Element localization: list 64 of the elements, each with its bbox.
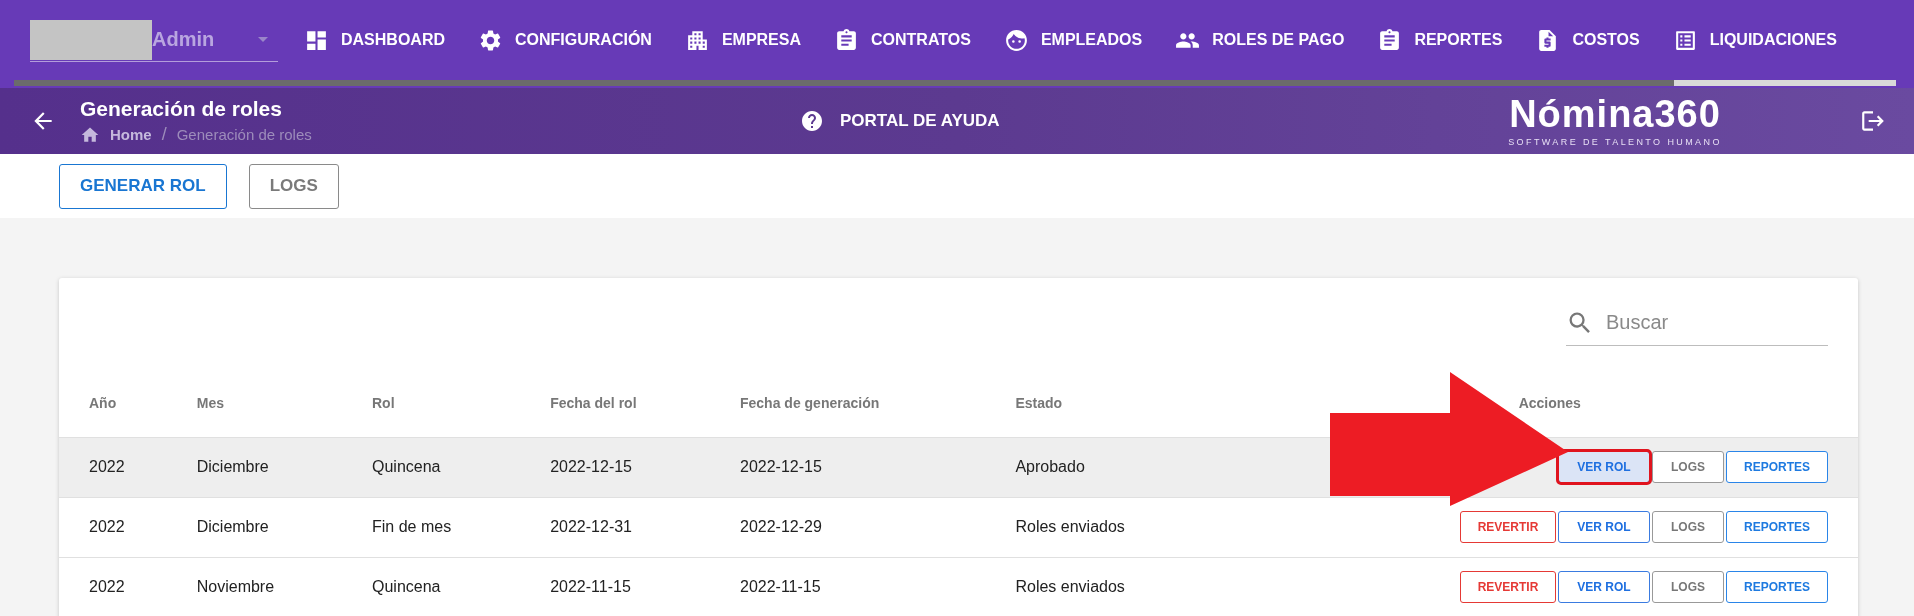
revert-button[interactable]: REVERTIR [1460,511,1556,543]
caret-icon [258,37,268,42]
logout-button[interactable] [1860,108,1886,134]
page-title: Generación de roles [80,97,283,121]
column-header: Estado [985,370,1213,437]
user-select[interactable]: Admin [30,18,278,62]
generate-button[interactable]: GENERAR ROL [59,163,227,209]
view-button[interactable]: VER ROL [1558,451,1650,483]
table-cell: Aprobado [985,437,1213,497]
clipboard-icon [834,27,859,53]
nav-item[interactable]: ROLES DE PAGO [1175,27,1345,53]
view-button[interactable]: VER ROL [1558,511,1650,543]
table-cell: 2022-12-29 [710,497,986,557]
logs-button[interactable]: LOGS [1652,511,1724,543]
table-cell: 2022 [59,437,167,497]
table-cell: 2022 [59,497,167,557]
table-cell: Roles enviados [985,557,1213,616]
scroll-thumb[interactable] [1674,80,1896,86]
table-cell: 2022-12-15 [520,437,710,497]
nav-item[interactable]: CONFIGURACIÓN [478,27,652,53]
table-cell: 2022-12-15 [710,437,986,497]
view-button[interactable]: VER ROL [1558,571,1650,603]
help-icon [800,109,824,133]
help-link[interactable]: PORTAL DE AYUDA [800,109,1500,133]
table-cell: Quincena [342,557,521,616]
face-icon [1003,27,1029,53]
search-field[interactable]: Buscar [1604,310,1804,335]
column-header: Rol [342,370,521,437]
table-row[interactable]: 2022 Noviembre Quincena 2022-11-15 2022-11-15 Roles enviados REVERTIR VER ROL LOGS REPORTES [59,557,1858,616]
table-cell: Quincena [342,437,521,497]
nav-item[interactable]: LIQUIDACIONES [1672,27,1837,53]
logs-button[interactable]: LOGS [1652,451,1724,483]
breadcrumb-current: Generación de roles [176,126,312,143]
column-header: Año [59,370,167,437]
logo-name: Nómina360 [1509,95,1721,133]
reports-button[interactable]: REPORTES [1726,511,1828,543]
table-cell: Diciembre [166,497,342,557]
breadcrumb-separator: / [161,124,167,145]
nav-item[interactable]: COSTOS [1535,27,1640,53]
table-row[interactable]: 2022 Diciembre Fin de mes 2022-12-31 2022-12-29 Roles enviados REVERTIR VER ROL LOGS REPORTES [59,497,1858,557]
table-cell: Noviembre [166,557,342,616]
table-cell: Fin de mes [342,497,521,557]
column-header: Fecha de generación [710,370,986,437]
nav-item[interactable]: CONTRATOS [834,27,971,53]
table-cell: 2022-12-31 [520,497,710,557]
nav-item[interactable]: EMPLEADOS [1003,27,1143,53]
table-cell: 2022-11-15 [710,557,986,616]
reports-button[interactable]: REPORTES [1726,571,1828,603]
column-header: Fecha del rol [520,370,710,437]
table-cell: 2022-11-15 [520,557,710,616]
revert-button[interactable]: REVERTIR [1460,571,1556,603]
user-name: Admin [152,28,216,51]
column-header: Mes [166,370,342,437]
nav-item[interactable]: REPORTES [1377,27,1503,53]
nav-item[interactable]: EMPRESA [684,27,801,53]
breadcrumb-link[interactable]: Home [80,124,152,145]
logs-button[interactable]: LOGS [248,163,339,209]
table-cell: 2022 [59,557,167,616]
logo-tagline: SOFTWARE DE TALENTO HUMANO [1508,137,1722,147]
nav-item[interactable]: DASHBOARD [304,27,445,53]
table-cell: Roles enviados [985,497,1213,557]
logs-button[interactable]: LOGS [1652,571,1724,603]
reports-button[interactable]: REPORTES [1726,451,1828,483]
table-cell: Diciembre [166,437,342,497]
